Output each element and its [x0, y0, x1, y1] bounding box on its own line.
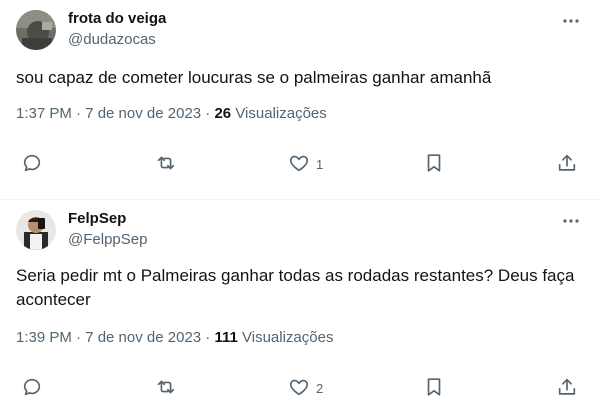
bookmark-button[interactable] [423, 376, 445, 400]
reply-button[interactable] [21, 152, 43, 176]
avatar[interactable] [16, 10, 56, 50]
avatar[interactable] [16, 210, 56, 250]
share-button[interactable] [556, 376, 578, 400]
reply-icon [21, 376, 43, 401]
bookmark-icon [423, 376, 445, 401]
action-bar: 2 [0, 376, 599, 400]
share-icon [556, 376, 578, 401]
like-button[interactable]: 2 [288, 376, 323, 400]
like-count: 1 [316, 156, 324, 172]
tweet-text: Seria pedir mt o Palmeiras ganhar todas … [16, 266, 575, 309]
like-icon [288, 152, 310, 177]
like-count: 2 [316, 380, 324, 396]
like-icon [288, 376, 310, 401]
tweet[interactable]: frota do veiga @dudazocas sou capaz de c… [0, 0, 599, 200]
views-label: Visualizações [231, 105, 327, 122]
views-label: Visualizações [237, 329, 334, 346]
action-bar: 1 [0, 152, 599, 176]
views-count: 26 [214, 105, 232, 122]
more-icon[interactable] [561, 14, 581, 28]
more-icon[interactable] [561, 214, 581, 228]
tweet-metadata: 1:37 PM · 7 de nov de 2023 · 26 Visualiz… [16, 105, 327, 122]
reply-icon [21, 152, 43, 177]
share-button[interactable] [556, 152, 578, 176]
tweet-timestamp[interactable]: 1:37 PM · 7 de nov de 2023 · [16, 105, 214, 122]
retweet-icon [155, 376, 177, 401]
user-handle[interactable]: @dudazocas [68, 31, 156, 48]
tweet-text: sou capaz de cometer loucuras se o palme… [16, 68, 492, 87]
tweet-timestamp[interactable]: 1:39 PM · 7 de nov de 2023 · [16, 329, 214, 346]
retweet-button[interactable] [155, 152, 177, 176]
like-button[interactable]: 1 [288, 152, 323, 176]
display-name[interactable]: frota do veiga [68, 10, 166, 27]
tweet[interactable]: FelpSep @FelppSep Seria pedir mt o Palme… [0, 200, 599, 418]
user-handle[interactable]: @FelppSep [68, 231, 147, 248]
bookmark-icon [423, 152, 445, 177]
reply-button[interactable] [21, 376, 43, 400]
bookmark-button[interactable] [423, 152, 445, 176]
display-name[interactable]: FelpSep [68, 210, 126, 227]
tweet-metadata: 1:39 PM · 7 de nov de 2023 · 111 Visuali… [16, 329, 333, 346]
views-count: 111 [214, 329, 238, 346]
retweet-button[interactable] [155, 376, 177, 400]
retweet-icon [155, 152, 177, 177]
share-icon [556, 152, 578, 177]
